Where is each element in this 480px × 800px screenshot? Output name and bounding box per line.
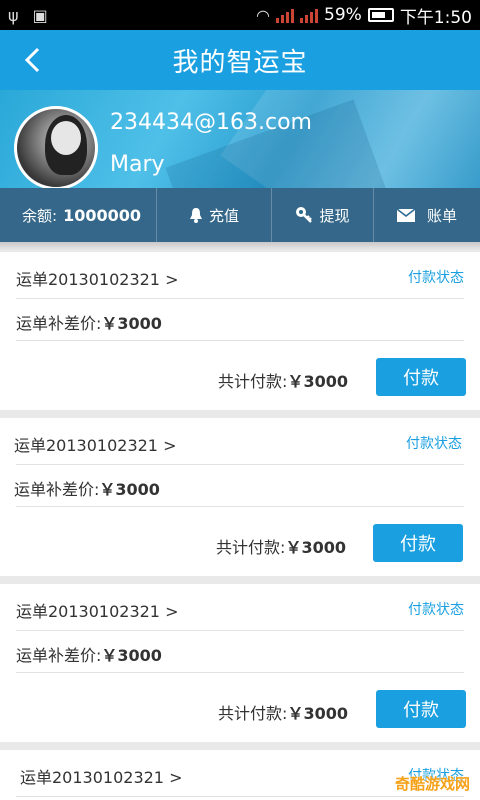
order-card: 运单20130102321 > 付款状态 运单补差价:￥3000 共计付款:￥3… — [0, 252, 480, 410]
divider — [16, 298, 464, 299]
clock: 下午1:50 — [399, 7, 472, 28]
app-header: 我的智运宝 — [0, 30, 480, 90]
payment-status-link[interactable]: 付款状态 — [408, 599, 464, 619]
withdraw-label: 提现 — [319, 206, 350, 225]
bell-icon — [189, 208, 202, 223]
order-card: 运单20130102321 > 付款状态 运单补差价:￥3000 共计付款:￥3… — [0, 584, 480, 742]
total-label: 共计付款: — [218, 372, 288, 391]
total-amount: ￥3000 — [287, 372, 348, 391]
divider — [16, 630, 464, 631]
signal-icon — [276, 7, 295, 23]
divider — [16, 340, 464, 341]
balance-label: 余额: — [22, 206, 58, 225]
supplement-amount: ￥3000 — [101, 314, 162, 333]
back-icon[interactable] — [18, 44, 50, 76]
supplement-line: 运单补差价:￥3000 — [16, 310, 162, 334]
balance: 余额: 1000000 — [0, 188, 156, 242]
payment-status-link[interactable]: 付款状态 — [408, 267, 464, 287]
avatar[interactable] — [14, 106, 98, 188]
order-link[interactable]: 运单20130102321 > — [20, 764, 182, 788]
order-link[interactable]: 运单20130102321 > — [16, 266, 178, 290]
pay-button[interactable]: 付款 — [373, 524, 463, 562]
supplement-line: 运单补差价:￥3000 — [14, 476, 160, 500]
battery-icon — [367, 8, 394, 22]
supplement-label: 运单补差价: — [14, 480, 100, 499]
divider — [16, 796, 464, 797]
key-icon — [296, 207, 313, 223]
usb-icon: ψ — [8, 5, 19, 25]
supplement-line: 运单补差价:￥3000 — [16, 642, 162, 666]
supplement-amount: ￥3000 — [99, 480, 160, 499]
payment-status-link[interactable]: 付款状态 — [406, 433, 462, 453]
profile-banner: 234434@163.com Mary — [0, 90, 480, 188]
pay-button[interactable]: 付款 — [376, 358, 466, 396]
supplement-label: 运单补差价: — [16, 646, 102, 665]
order-link[interactable]: 运单20130102321 > — [16, 598, 178, 622]
user-name: Mary — [110, 152, 165, 177]
balance-value: 1000000 — [63, 205, 141, 225]
recharge-label: 充值 — [208, 206, 239, 225]
battery-percent: 59% — [324, 5, 362, 25]
total-amount: ￥3000 — [285, 538, 346, 557]
android-debug-icon: ▣ — [32, 5, 48, 25]
page-title: 我的智运宝 — [172, 47, 308, 78]
total-label: 共计付款: — [218, 704, 288, 723]
watermark: 奇酷游戏网 — [394, 775, 470, 793]
pay-button[interactable]: 付款 — [376, 690, 466, 728]
total-line: 共计付款:￥3000 — [218, 368, 348, 392]
bill-button[interactable]: 账单 — [373, 188, 480, 242]
total-line: 共计付款:￥3000 — [216, 534, 346, 558]
bill-label: 账单 — [426, 206, 457, 225]
divider — [16, 506, 464, 507]
withdraw-button[interactable]: 提现 — [271, 188, 373, 242]
wifi-icon: ◠ — [256, 5, 271, 25]
total-line: 共计付款:￥3000 — [218, 700, 348, 724]
order-card: 运单20130102321 > 付款状态 运单补差价:￥3000 共计付款:￥3… — [0, 418, 480, 576]
total-amount: ￥3000 — [287, 704, 348, 723]
recharge-button[interactable]: 充值 — [156, 188, 271, 242]
account-bar-shadow — [0, 242, 480, 250]
envelope-icon — [396, 208, 415, 222]
status-bar: ψ ▣ ◠ 59% 下午1:50 — [0, 0, 480, 30]
divider — [16, 672, 464, 673]
total-label: 共计付款: — [216, 538, 286, 557]
supplement-label: 运单补差价: — [16, 314, 102, 333]
supplement-amount: ￥3000 — [101, 646, 162, 665]
divider — [16, 464, 464, 465]
user-email: 234434@163.com — [110, 110, 312, 135]
signal-icon-2 — [300, 7, 319, 23]
account-bar: 余额: 1000000 充值 提现 账单 — [0, 188, 480, 242]
order-link[interactable]: 运单20130102321 > — [14, 432, 176, 456]
